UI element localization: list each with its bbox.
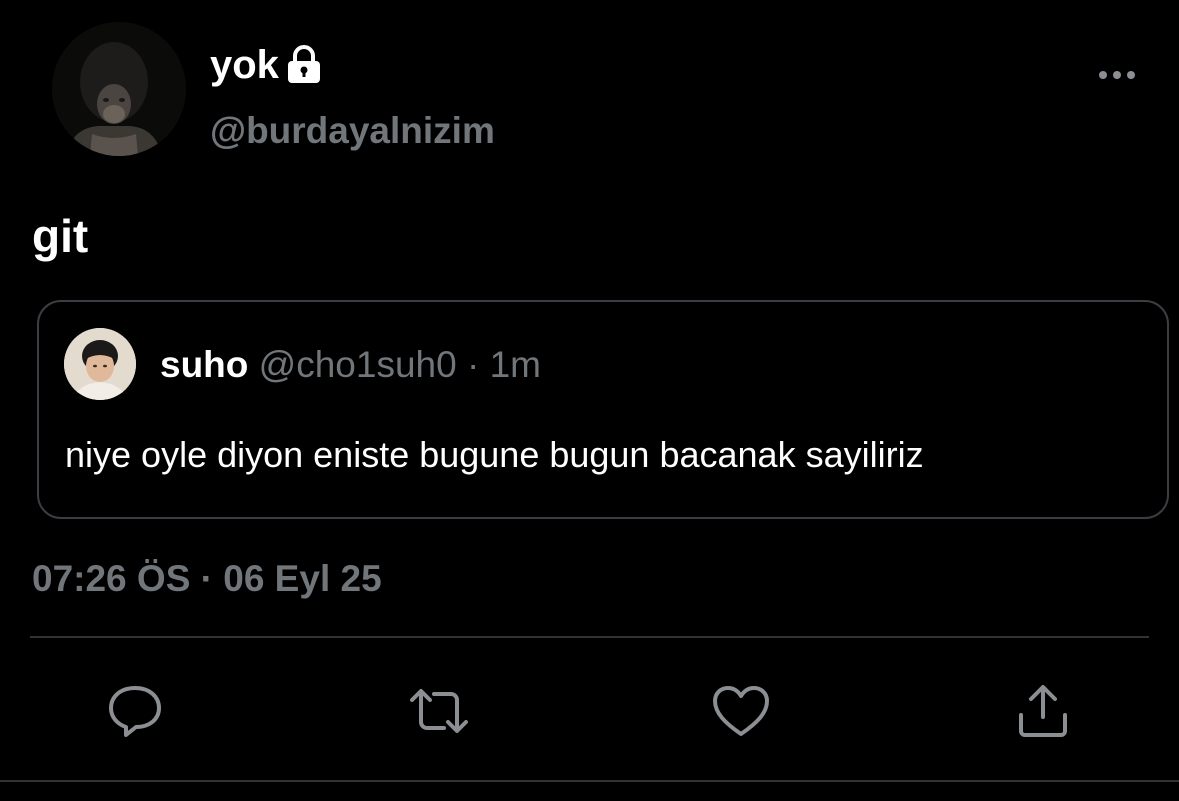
author-handle[interactable]: @burdayalnizim [210,108,495,154]
quoted-display-name[interactable]: suho [160,344,248,385]
divider [30,636,1149,638]
tweet-detail: yok @burdayalnizim git suho @cho1suh0 · … [0,0,1179,801]
author-avatar-photo [52,22,186,156]
author-display-name[interactable]: yok [210,40,279,90]
retweet-button[interactable] [408,680,470,742]
lock-icon [285,45,323,85]
quoted-tweet-card[interactable]: suho @cho1suh0 · 1m niye oyle diyon enis… [37,300,1169,519]
quoted-tweet-header: suho @cho1suh0 · 1m [160,342,541,388]
divider-bottom [0,780,1179,782]
tweet-text: git [32,210,89,262]
speech-bubble-icon [109,686,161,737]
quoted-tweet-text: niye oyle diyon eniste bugune bugun baca… [65,434,924,475]
quoted-author-avatar[interactable] [64,328,136,400]
ellipsis-icon [1099,71,1135,79]
reply-button[interactable] [104,680,166,742]
like-button[interactable] [710,680,772,742]
retweet-icon [410,689,468,733]
more-options-button[interactable] [1093,58,1141,92]
tweet-timestamp[interactable]: 07:26 ÖS · 06 Eyl 25 [32,556,382,602]
author-display-name-row[interactable]: yok [210,40,323,90]
author-avatar[interactable] [52,22,186,156]
share-upload-icon [1019,685,1067,737]
quoted-handle-time: @cho1suh0 · 1m [258,344,541,385]
heart-icon [713,686,769,736]
share-button[interactable] [1012,680,1074,742]
quoted-avatar-photo [64,328,136,400]
